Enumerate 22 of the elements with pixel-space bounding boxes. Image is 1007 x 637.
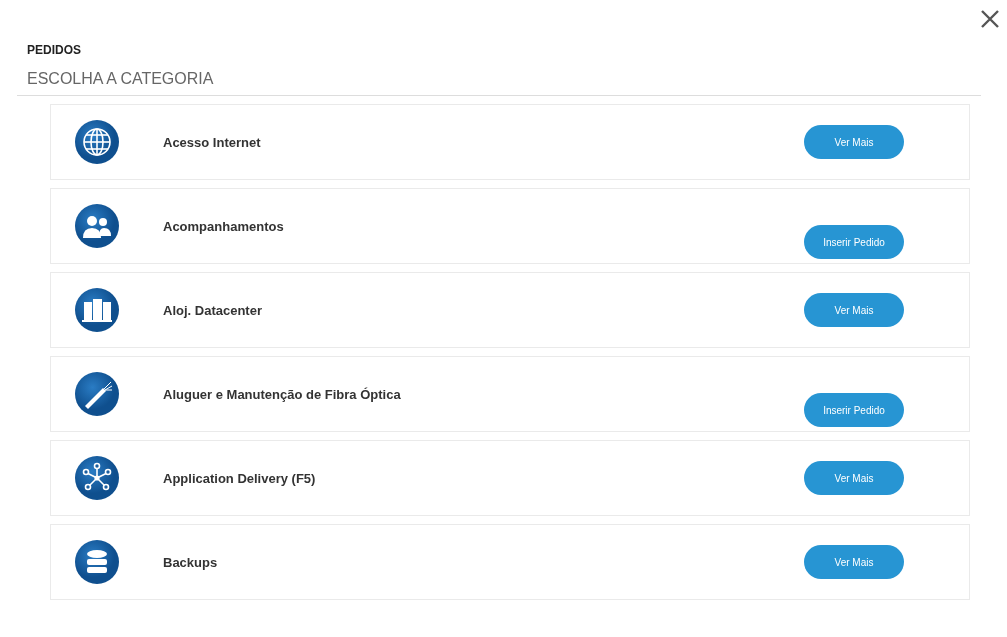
- insert-order-button[interactable]: Inserir Pedido: [804, 393, 904, 427]
- insert-order-button[interactable]: Inserir Pedido: [804, 225, 904, 259]
- workers-icon: [75, 204, 119, 248]
- globe-icon: [75, 120, 119, 164]
- see-more-button[interactable]: Ver Mais: [804, 293, 904, 327]
- page-title: PEDIDOS: [26, 43, 82, 57]
- close-icon: [979, 8, 1001, 30]
- category-name: Application Delivery (F5): [163, 470, 317, 486]
- category-name: Aloj. Datacenter: [163, 302, 263, 318]
- server-rack-icon: [75, 288, 119, 332]
- network-icon: [75, 456, 119, 500]
- category-name: Backups: [163, 554, 219, 570]
- category-name: Acesso Internet: [163, 134, 262, 150]
- see-more-button[interactable]: Ver Mais: [804, 545, 904, 579]
- fiber-cable-icon: [75, 372, 119, 416]
- section-heading: ESCOLHA A CATEGORIA: [17, 57, 981, 96]
- see-more-button[interactable]: Ver Mais: [804, 461, 904, 495]
- database-icon: [75, 540, 119, 584]
- category-name: Aluguer e Manutenção de Fibra Óptica: [163, 386, 402, 402]
- see-more-button[interactable]: Ver Mais: [804, 125, 904, 159]
- category-name: Acompanhamentos: [163, 218, 285, 234]
- close-button[interactable]: [979, 8, 1001, 30]
